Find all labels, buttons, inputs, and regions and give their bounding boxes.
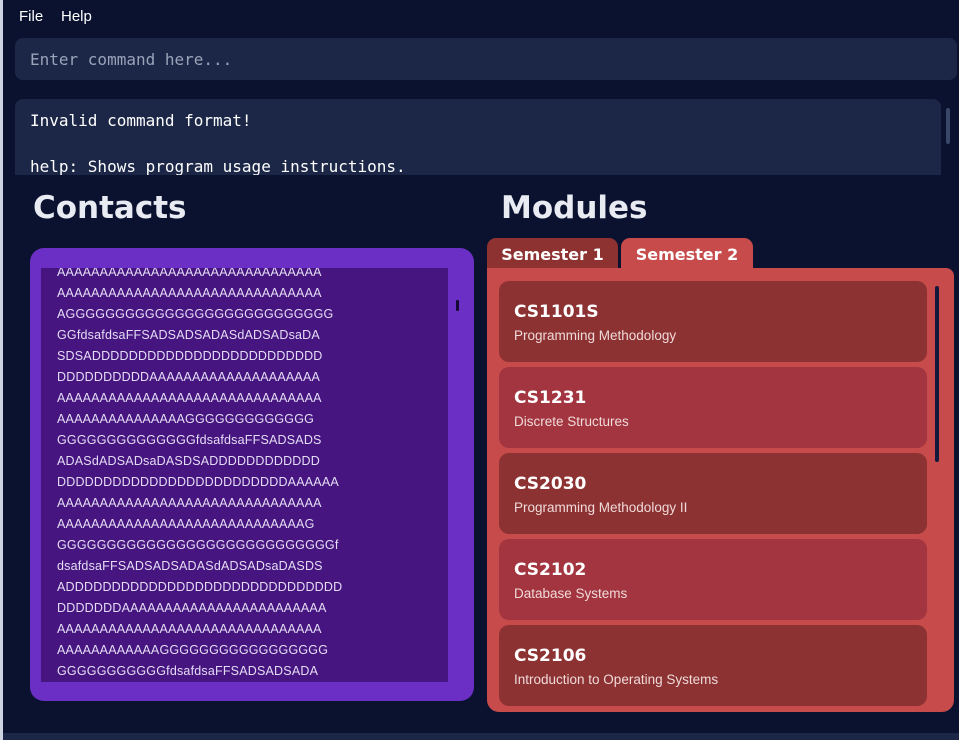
contact-text-line: AAAAAAAAAAAAAAAAAAAAAAAAAAAAAAA	[57, 391, 322, 405]
contacts-title: Contacts	[33, 190, 187, 226]
contact-text-line: GGGGGGGGGGGGGGGGGGGGGGGGGGGGf	[57, 538, 339, 552]
contacts-scrollbar[interactable]	[456, 300, 459, 311]
contact-text-line: AGGGGGGGGGGGGGGGGGGGGGGGGGGG	[57, 307, 334, 321]
contact-text-line: AAAAAAAAAAAAAAAAAAAAAAAAAAAAAAA	[57, 286, 322, 300]
module-code: CS1231	[514, 388, 587, 408]
result-line: help: Shows program usage instructions.	[30, 157, 406, 175]
contact-text-line: AAAAAAAAAAAAAAAAAAAAAAAAAAAAAAA	[57, 268, 322, 279]
module-card[interactable]: CS2102 Database Systems	[499, 539, 927, 620]
menu-file[interactable]: File	[19, 8, 43, 25]
contact-text-line: dsafdsaFFSADSADSADASdADSADsaDASDS	[57, 559, 323, 573]
contact-text-line: GGGGGGGGGGGGGGfdsafdsaFFSADSADS	[57, 433, 322, 447]
tab-semester-2[interactable]: Semester 2	[621, 238, 753, 270]
module-name: Discrete Structures	[514, 414, 629, 429]
module-card[interactable]: CS1101S Programming Methodology	[499, 281, 927, 362]
module-card[interactable]: CS2106 Introduction to Operating Systems	[499, 625, 927, 706]
command-box	[15, 38, 957, 80]
module-name: Programming Methodology	[514, 328, 677, 343]
result-display: Invalid command format! help: Shows prog…	[15, 99, 941, 175]
module-card[interactable]: CS2030 Programming Methodology II	[499, 453, 927, 534]
module-name: Database Systems	[514, 586, 628, 601]
module-code: CS2030	[514, 474, 587, 494]
module-name: Introduction to Operating Systems	[514, 672, 719, 687]
contact-text-line: AAAAAAAAAAAAAAAAAAAAAAAAAAAAAG	[57, 517, 315, 531]
contact-text-line: DDDDDDDDDDDDDDDDDDDDDDDDDAAAAAA	[57, 475, 339, 489]
modules-panel: CS1101S Programming Methodology CS1231 D…	[487, 268, 954, 712]
contact-text-line: ADASdADSADsaDASDSADDDDDDDDDDDD	[57, 454, 320, 468]
modules-scrollbar[interactable]	[935, 286, 939, 462]
module-code: CS2106	[514, 646, 587, 666]
module-code: CS1101S	[514, 302, 599, 322]
module-code: CS2102	[514, 560, 587, 580]
module-name: Programming Methodology II	[514, 500, 688, 515]
contact-text-line: GGGGGGGGGGGfdsafdsaFFSADSADSADA	[57, 664, 319, 678]
result-line: Invalid command format!	[30, 111, 252, 130]
window-frame	[0, 0, 3, 740]
contact-text-line: GGfdsafdsaFFSADSADSADASdADSADsaDA	[57, 328, 320, 342]
contact-text-line: AAAAAAAAAAAAAAAGGGGGGGGGGGGG	[57, 412, 315, 426]
module-card[interactable]: CS1231 Discrete Structures	[499, 367, 927, 448]
tab-semester-1[interactable]: Semester 1	[487, 238, 618, 270]
contact-text-line: AAAAAAAAAAAAGGGGGGGGGGGGGGGGG	[57, 643, 329, 657]
modules-title: Modules	[501, 190, 648, 226]
menu-bar: File Help	[3, 0, 959, 34]
status-bar	[3, 733, 959, 740]
contact-text-line: ADDDDDDDDDDDDDDDDDDDDDDDDDDDDDD	[57, 580, 343, 594]
menu-help[interactable]: Help	[61, 8, 92, 25]
contact-text-line: AAAAAAAAAAAAAAAAAAAAAAAAAAAAAAA	[57, 622, 322, 636]
result-scrollbar[interactable]	[946, 108, 950, 144]
contact-text-line: DDDDDDDDDDAAAAAAAAAAAAAAAAAAAA	[57, 370, 321, 384]
contact-text-line: AAAAAAAAAAAAAAAAAAAAAAAAAAAAAAA	[57, 496, 322, 510]
contacts-list[interactable]: AAAAAAAAAAAAAAAAAAAAAAAAAAAAAAA AAAAAAAA…	[41, 268, 448, 682]
contact-text-line: SDSADDDDDDDDDDDDDDDDDDDDDDDDD	[57, 349, 323, 363]
contact-text-line: DDDDDDDAAAAAAAAAAAAAAAAAAAAAAAA	[57, 601, 327, 615]
command-input[interactable]	[15, 38, 957, 80]
